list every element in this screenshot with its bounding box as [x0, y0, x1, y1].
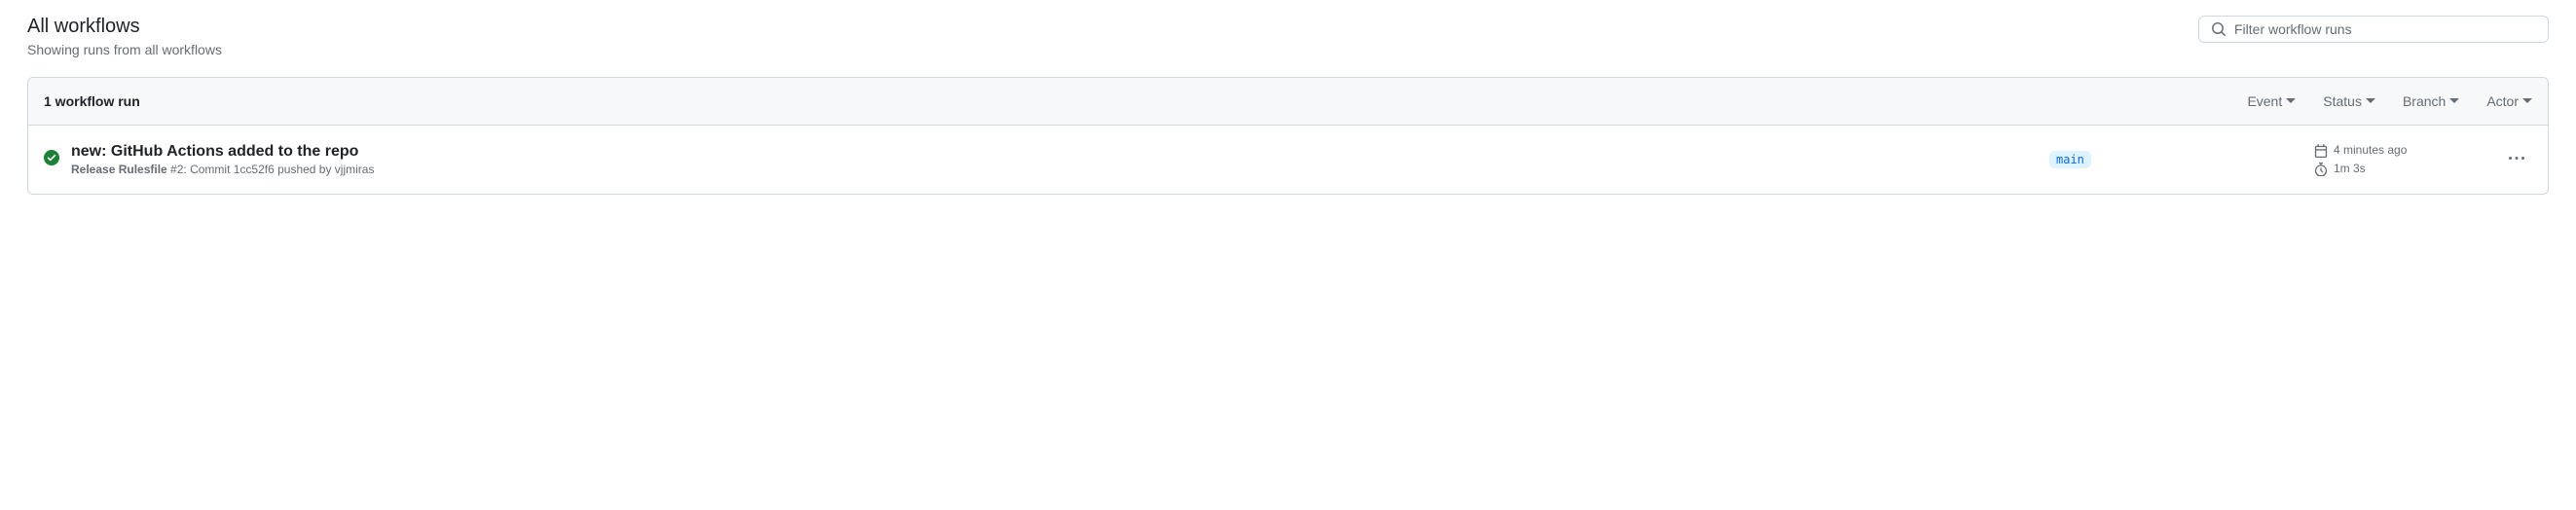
filter-actor[interactable]: Actor — [2486, 93, 2532, 109]
branch-badge[interactable]: main — [2049, 151, 2091, 168]
time-ago: 4 minutes ago — [2334, 141, 2407, 160]
row-actions-button[interactable] — [2503, 145, 2530, 175]
filter-branch[interactable]: Branch — [2403, 93, 2459, 109]
workflow-name: Release Rulesfile — [71, 163, 167, 176]
filter-branch-label: Branch — [2403, 93, 2446, 109]
filter-actor-label: Actor — [2486, 93, 2519, 109]
check-circle-icon — [44, 150, 59, 165]
time-row: 4 minutes ago — [2314, 141, 2489, 160]
run-subtitle: Release Rulesfile #2: Commit 1cc52f6 pus… — [71, 163, 2038, 176]
page-header: All workflows Showing runs from all work… — [27, 16, 2549, 57]
filter-event[interactable]: Event — [2247, 93, 2296, 109]
stopwatch-icon — [2314, 163, 2328, 176]
filter-event-label: Event — [2247, 93, 2282, 109]
search-icon — [2211, 21, 2226, 37]
run-count-label: 1 workflow run — [44, 93, 140, 109]
filter-status[interactable]: Status — [2323, 93, 2375, 109]
header-text-block: All workflows Showing runs from all work… — [27, 16, 222, 57]
run-detail-text: #2: Commit 1cc52f6 pushed by vjjmiras — [167, 163, 375, 176]
branch-col: main — [2049, 151, 2302, 168]
title-col: new: GitHub Actions added to the repo Re… — [71, 143, 2038, 176]
page-subtitle: Showing runs from all workflows — [27, 42, 222, 57]
caret-down-icon — [2522, 98, 2532, 104]
search-box[interactable] — [2198, 16, 2549, 43]
status-col — [44, 150, 59, 170]
duration-row: 1m 3s — [2314, 160, 2489, 178]
actions-col — [2501, 145, 2532, 175]
caret-down-icon — [2286, 98, 2296, 104]
filter-group: Event Status Branch Actor — [2247, 93, 2532, 109]
duration: 1m 3s — [2334, 160, 2366, 178]
page-title: All workflows — [27, 16, 222, 38]
meta-col: 4 minutes ago 1m 3s — [2314, 141, 2489, 178]
kebab-icon — [2509, 151, 2524, 166]
runs-table: 1 workflow run Event Status Branch Actor — [27, 77, 2549, 195]
table-header: 1 workflow run Event Status Branch Actor — [28, 78, 2548, 126]
calendar-icon — [2314, 144, 2328, 158]
filter-status-label: Status — [2323, 93, 2362, 109]
run-title[interactable]: new: GitHub Actions added to the repo — [71, 143, 2038, 161]
search-input[interactable] — [2234, 21, 2536, 37]
caret-down-icon — [2366, 98, 2375, 104]
run-row[interactable]: new: GitHub Actions added to the repo Re… — [28, 126, 2548, 194]
caret-down-icon — [2449, 98, 2459, 104]
